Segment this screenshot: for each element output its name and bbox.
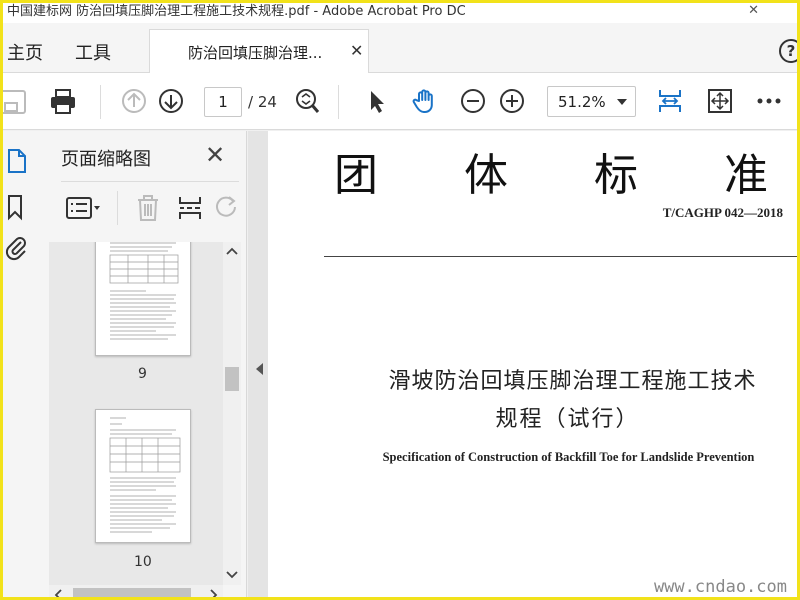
page-thumbnail[interactable] [95,242,191,356]
tab-tools[interactable]: 工具 [75,39,111,65]
thumbnail-options-icon[interactable] [65,194,103,222]
toolbar-separator [117,191,118,225]
tab-bar: 主页 工具 防治回填压脚治理... ✕ ? [3,23,797,74]
window-title: 中国建标网 防治回填压脚治理工程施工技术规程.pdf - Adobe Acrob… [7,4,466,19]
watermark: www.cndao.com [653,577,787,597]
page-thumbnails-icon[interactable] [3,147,29,175]
bookmark-icon[interactable] [3,193,29,221]
scrollbar-thumb[interactable] [73,588,191,597]
main-toolbar: 1 / 24 51.2% [3,73,797,130]
scroll-left-icon[interactable] [53,589,63,600]
hand-tool-icon[interactable] [411,87,439,115]
document-title-cn-line2: 规程（试行） [495,407,640,432]
document-title-cn-line1: 滑坡防治回填压脚治理工程施工技术 [388,369,757,394]
full-screen-icon[interactable] [706,87,734,115]
zoom-out-icon[interactable] [459,87,487,115]
thumbnail-content [109,242,179,340]
header-rule [324,256,797,257]
save-icon[interactable] [3,87,31,115]
document-view[interactable]: 团体标准 T/CAGHP 042—2018 滑坡防治回填压脚治理工程施工技术 规… [248,131,797,597]
document-title-en: Specification of Construction of Backfil… [382,450,755,464]
insert-page-icon[interactable] [177,193,203,223]
window-close-button[interactable]: ✕ [748,3,759,18]
title-bar: 中国建标网 防治回填压脚治理工程施工技术规程.pdf - Adobe Acrob… [3,3,797,23]
pdf-page: 团体标准 T/CAGHP 042—2018 滑坡防治回填压脚治理工程施工技术 规… [268,131,797,597]
toolbar-separator [338,85,339,119]
page-thumbnails-panel: 页面缩略图 ✕ 9 10 [43,131,247,600]
page-total: / 24 [248,93,277,111]
thumbnail-content [109,417,181,533]
tab-document-label: 防治回填压脚治理... [188,44,323,62]
previous-page-icon[interactable] [120,87,148,115]
more-options-icon[interactable] [755,87,783,115]
select-cursor-icon[interactable] [363,87,391,115]
toolbar-separator [100,85,101,119]
chevron-down-icon [617,99,627,105]
tab-home[interactable]: 主页 [7,39,43,65]
standard-code: T/CAGHP 042—2018 [662,205,783,220]
thumbnail-page-number: 9 [138,366,147,382]
trash-icon[interactable] [135,193,161,223]
panel-title: 页面缩略图 [61,149,151,170]
scroll-down-icon[interactable] [226,570,238,580]
thumbnail-vertical-scrollbar[interactable] [223,242,241,585]
fit-page-icon[interactable] [656,87,684,115]
thumbnail-page-number: 10 [134,554,152,570]
app-window: 中国建标网 防治回填压脚治理工程施工技术规程.pdf - Adobe Acrob… [0,0,800,600]
zoom-in-icon[interactable] [498,87,526,115]
standard-heading: 团体标准 [334,150,768,201]
print-icon[interactable] [49,87,77,115]
rotate-icon[interactable] [215,193,241,223]
next-page-icon[interactable] [157,87,185,115]
scrollbar-thumb[interactable] [225,367,239,391]
page-number-input[interactable]: 1 [204,87,242,117]
zoom-level-value: 51.2% [558,93,606,111]
attachment-icon[interactable] [3,233,29,261]
thumbnail-horizontal-scrollbar[interactable] [49,585,223,600]
navigation-pane-strip [3,131,43,597]
scroll-up-icon[interactable] [226,246,238,256]
zoom-level-select[interactable]: 51.2% [547,86,636,117]
tab-close-icon[interactable]: ✕ [350,41,363,60]
help-icon[interactable]: ? [779,39,797,63]
divider [61,181,239,182]
panel-close-icon[interactable]: ✕ [205,141,225,169]
scroll-right-icon[interactable] [209,589,219,600]
thumbnail-list: 9 10 [49,242,223,585]
collapse-panel-icon[interactable] [256,363,263,375]
tab-document[interactable]: 防治回填压脚治理... ✕ [149,29,369,74]
zoom-fit-icon[interactable] [293,87,321,115]
page-thumbnail[interactable] [95,409,191,543]
